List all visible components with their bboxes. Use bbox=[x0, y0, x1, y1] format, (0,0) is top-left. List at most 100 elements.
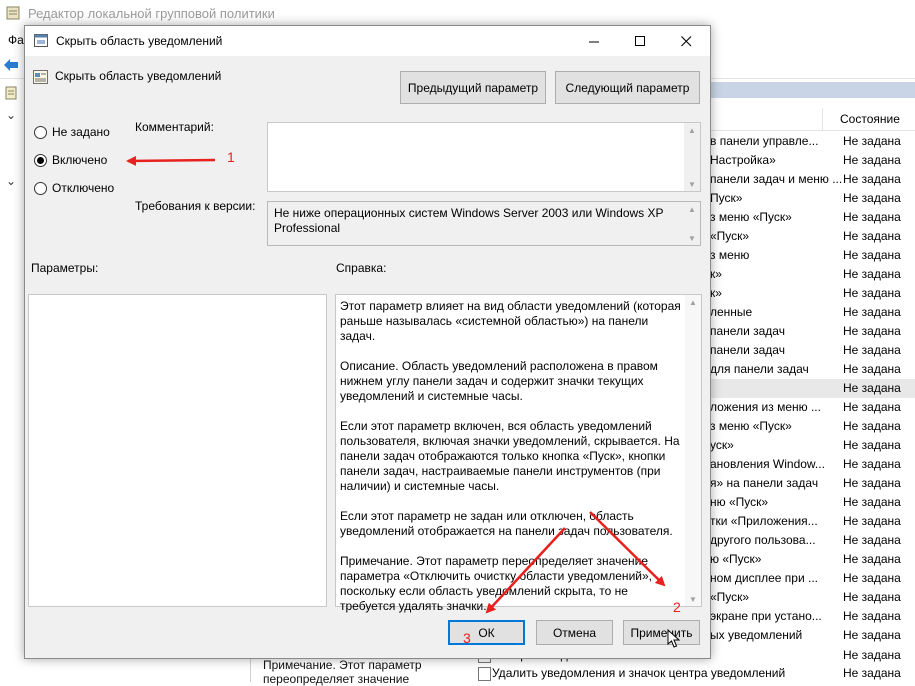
list-item[interactable]: панели задач Не задана bbox=[700, 341, 915, 360]
scroll-down-icon[interactable]: ▼ bbox=[684, 177, 700, 191]
radio-label: Включено bbox=[52, 153, 108, 167]
comment-label: Комментарий: bbox=[135, 120, 214, 134]
list-item[interactable]: Пуск» Не задана bbox=[700, 189, 915, 208]
radio-enabled[interactable]: Включено bbox=[34, 152, 107, 168]
ok-button[interactable]: ОК bbox=[448, 620, 525, 645]
policy-name: уск» bbox=[710, 438, 734, 452]
list-item[interactable]: ленные Не задана bbox=[700, 303, 915, 322]
list-item[interactable]: «Пуск» Не задана bbox=[700, 227, 915, 246]
bottom-left-description: Примечание. Этот параметр переопределяет… bbox=[250, 656, 461, 686]
list-item[interactable]: ых уведомлений Не задана bbox=[700, 626, 915, 645]
list-item[interactable]: ю «Пуск» Не задана bbox=[700, 550, 915, 569]
list-item[interactable]: для панели задач Не задана bbox=[700, 360, 915, 379]
scroll-up-icon[interactable]: ▲ bbox=[684, 123, 700, 137]
radio-label: Отключено bbox=[52, 181, 115, 195]
list-item[interactable]: Не задана bbox=[700, 379, 915, 398]
help-paragraph: Этот параметр влияет на вид области увед… bbox=[340, 299, 681, 343]
policy-state: Не задана bbox=[843, 324, 901, 338]
policy-name: ложения из меню ... bbox=[710, 400, 821, 414]
policy-name: з меню «Пуск» bbox=[710, 419, 792, 433]
help-paragraph: Если этот параметр включен, вся область … bbox=[340, 419, 680, 493]
scroll-down-icon[interactable]: ▼ bbox=[684, 231, 700, 245]
cancel-button[interactable]: Отмена bbox=[536, 620, 613, 645]
list-item[interactable]: з меню Не задана bbox=[700, 246, 915, 265]
list-item[interactable]: панели задач Не задана bbox=[700, 322, 915, 341]
list-item[interactable]: ню «Пуск» Не задана bbox=[700, 493, 915, 512]
list-item[interactable]: тки «Приложения... Не задана bbox=[700, 512, 915, 531]
radio-button[interactable] bbox=[34, 181, 47, 195]
mouse-cursor-icon bbox=[667, 629, 681, 648]
comment-field[interactable]: ▲ ▼ bbox=[267, 122, 701, 192]
list-item[interactable]: к» Не задана bbox=[700, 284, 915, 303]
help-scrollbar[interactable]: ▲ ▼ bbox=[685, 295, 701, 606]
list-item[interactable]: ном дисплее при ... Не задана bbox=[700, 569, 915, 588]
policy-state: Не задана bbox=[843, 419, 901, 433]
scroll-down-icon[interactable]: ▼ bbox=[685, 592, 701, 606]
help-paragraph: Если этот параметр не задан или отключен… bbox=[340, 509, 673, 538]
main-window-titlebar: Редактор локальной групповой политики bbox=[0, 0, 915, 28]
list-column-header: Состояние bbox=[700, 108, 915, 131]
policy-name: Удалить уведомления и значок центра увед… bbox=[492, 666, 786, 680]
maximize-icon bbox=[634, 35, 645, 46]
list-item[interactable]: другого пользова... Не задана bbox=[700, 531, 915, 550]
list-item[interactable]: Настройка» Не задана bbox=[700, 151, 915, 170]
policy-name: к» bbox=[710, 267, 722, 281]
list-item[interactable]: экране при устано... Не задана bbox=[700, 607, 915, 626]
back-arrow-icon[interactable] bbox=[2, 58, 20, 72]
list-item[interactable]: Удалить уведомления и значок центра увед… bbox=[470, 664, 915, 682]
list-item[interactable]: ложения из меню ... Не задана bbox=[700, 398, 915, 417]
description-line: Примечание. Этот параметр bbox=[263, 658, 422, 672]
list-item[interactable]: в панели управле... Не задана bbox=[700, 132, 915, 151]
description-line: переопределяет значение bbox=[263, 672, 410, 686]
policy-name: в панели управле... bbox=[710, 134, 819, 148]
policy-name: другого пользова... bbox=[710, 533, 816, 547]
policy-state: Не задана bbox=[843, 286, 901, 300]
scroll-up-icon[interactable]: ▲ bbox=[685, 295, 701, 309]
previous-setting-button[interactable]: Предыдущий параметр bbox=[400, 71, 546, 104]
comment-scrollbar[interactable]: ▲ ▼ bbox=[684, 123, 700, 191]
policy-name: «Пуск» bbox=[710, 229, 750, 243]
list-item[interactable]: ановления Window... Не задана bbox=[700, 455, 915, 474]
list-item[interactable]: з меню «Пуск» Не задана bbox=[700, 208, 915, 227]
list-item[interactable]: уск» Не задана bbox=[700, 436, 915, 455]
maximize-button[interactable] bbox=[617, 26, 663, 56]
parameters-panel bbox=[28, 294, 327, 607]
close-button[interactable] bbox=[663, 26, 709, 56]
radio-button[interactable] bbox=[34, 125, 47, 139]
tree-pane: ⌄ ⌄ bbox=[0, 80, 22, 682]
minimize-icon bbox=[588, 41, 599, 42]
policy-name: тки «Приложения... bbox=[710, 514, 818, 528]
next-setting-button[interactable]: Следующий параметр bbox=[555, 71, 700, 104]
column-separator[interactable] bbox=[822, 108, 823, 130]
radio-disabled[interactable]: Отключено bbox=[34, 180, 114, 196]
policy-name: «Пуск» bbox=[710, 590, 750, 604]
setting-name: Скрыть область уведомлений bbox=[55, 69, 222, 83]
tree-expand-chevron-icon[interactable]: ⌄ bbox=[6, 174, 16, 188]
policy-setting-icon bbox=[478, 667, 491, 681]
column-state-header[interactable]: Состояние bbox=[840, 112, 900, 126]
policy-name: ановления Window... bbox=[710, 457, 825, 471]
list-item[interactable]: к» Не задана bbox=[700, 265, 915, 284]
list-item[interactable]: панели задач и меню ... Не задана bbox=[700, 170, 915, 189]
minimize-button[interactable] bbox=[571, 26, 617, 56]
requirements-value: Не ниже операционных систем Windows Serv… bbox=[274, 206, 664, 235]
policy-setting-icon bbox=[33, 70, 48, 84]
policy-name: Настройка» bbox=[710, 153, 776, 167]
list-item[interactable]: з меню «Пуск» Не задана bbox=[700, 417, 915, 436]
document-icon bbox=[5, 86, 17, 100]
list-item[interactable]: я» на панели задач Не задана bbox=[700, 474, 915, 493]
radio-button[interactable] bbox=[34, 153, 47, 167]
policy-state: Не задана bbox=[843, 628, 901, 642]
dialog-titlebar[interactable]: Скрыть область уведомлений bbox=[25, 26, 710, 56]
requirements-scrollbar[interactable]: ▲ ▼ bbox=[684, 202, 700, 245]
help-paragraph: Примечание. Этот параметр переопределяет… bbox=[340, 554, 652, 613]
apply-button[interactable]: Применить bbox=[623, 620, 700, 645]
help-label: Справка: bbox=[336, 261, 387, 275]
policy-state: Не задана bbox=[843, 267, 901, 281]
radio-not-configured[interactable]: Не задано bbox=[34, 124, 110, 140]
menu-file[interactable]: Фа bbox=[8, 33, 24, 47]
scroll-up-icon[interactable]: ▲ bbox=[684, 202, 700, 216]
tree-expand-chevron-icon[interactable]: ⌄ bbox=[6, 108, 16, 122]
policy-state: Не задана bbox=[843, 590, 901, 604]
list-item[interactable]: «Пуск» Не задана bbox=[700, 588, 915, 607]
